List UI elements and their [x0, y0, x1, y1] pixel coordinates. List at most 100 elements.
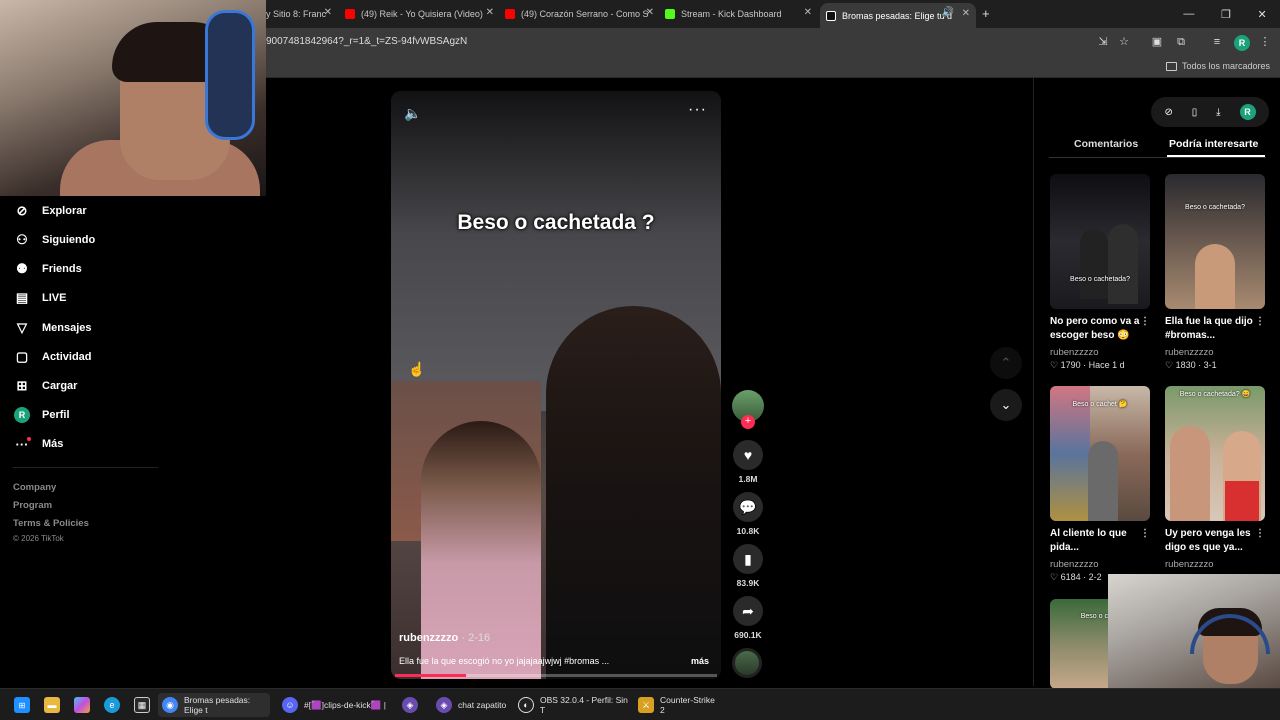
sidebar-item-actividad[interactable]: ▢ Actividad: [14, 349, 92, 365]
bookmark-icon[interactable]: ▮: [733, 544, 763, 574]
profile-avatar[interactable]: R: [1234, 35, 1250, 51]
video-author[interactable]: rubenzzzzo · 2-16: [399, 632, 490, 644]
suggested-video-card[interactable]: Beso o cachetada? 😄 Uy pero venga les di…: [1165, 386, 1265, 570]
sidebar-item-mas[interactable]: ··· Más: [14, 436, 64, 452]
sidebar-item-friends[interactable]: ⚉ Friends: [14, 261, 82, 277]
store-button[interactable]: ▦: [130, 693, 154, 717]
minimize-icon[interactable]: —: [1183, 8, 1194, 20]
previous-video-button[interactable]: ⌃: [990, 347, 1022, 379]
footer-link-terms[interactable]: Terms & Policies: [13, 518, 89, 529]
share-action[interactable]: ➦ 690.1K: [731, 596, 765, 640]
menu-icon[interactable]: ⋮: [1258, 35, 1272, 49]
card-title-text: Al cliente lo que pida...: [1050, 528, 1127, 553]
screenshot-icon[interactable]: ▣: [1150, 35, 1164, 49]
sidebar-item-siguiendo[interactable]: ⚇ Siguiendo: [14, 232, 95, 248]
footer-link-program[interactable]: Program: [13, 500, 52, 511]
taskbar-app-cs2[interactable]: ⚔ Counter-Strike 2: [634, 693, 724, 717]
video-player[interactable]: 🔈 ··· Beso o cachetada ? rubenzzzzo · 2-…: [391, 91, 721, 679]
sidebar-item-label: Mensajes: [42, 322, 92, 334]
close-icon[interactable]: ✕: [646, 7, 654, 18]
comment-icon[interactable]: 💬: [733, 492, 763, 522]
like-action[interactable]: ♥ 1.8M: [731, 440, 765, 484]
card-username[interactable]: rubenzzzzo: [1165, 559, 1265, 570]
share-icon[interactable]: ➦: [733, 596, 763, 626]
taskbar-app-chat[interactable]: ◈ chat zapatito: [432, 693, 512, 717]
kick-icon: [665, 9, 675, 19]
volume-icon[interactable]: 🔈: [404, 105, 421, 122]
footer-link-company[interactable]: Company: [13, 482, 56, 493]
card-likes: 1830: [1175, 360, 1196, 370]
suggested-video-card[interactable]: Beso o cachetada? Ella fue la que dijo #…: [1165, 174, 1265, 371]
follow-plus-icon[interactable]: +: [741, 415, 755, 429]
friends-icon: ⚉: [16, 261, 28, 276]
download-icon[interactable]: ⤓: [1216, 107, 1220, 118]
comment-action[interactable]: 💬 10.8K: [731, 492, 765, 536]
card-username[interactable]: rubenzzzzo: [1165, 347, 1265, 358]
browser-tab[interactable]: Stream - Kick Dashboard ✕: [665, 4, 818, 24]
compass-icon[interactable]: ⊘: [1164, 107, 1172, 118]
more-icon[interactable]: ⋮: [1255, 527, 1265, 541]
suggested-video-card[interactable]: Beso o cachetada? No pero como va a esco…: [1050, 174, 1150, 371]
browser-tab-active[interactable]: Bromas pesadas: Elige tu d 🔊 ✕: [820, 3, 976, 28]
heart-outline-icon: ♡: [1050, 360, 1059, 370]
heart-icon[interactable]: ♥: [733, 440, 763, 470]
extensions-icon[interactable]: ⧉: [1174, 35, 1188, 49]
sidebar-item-mensajes[interactable]: ▽ Mensajes: [14, 320, 92, 336]
taskbar-app-obs[interactable]: ◐ OBS 32.0.4 - Perfil: Sin T: [514, 693, 632, 717]
card-date: Hace 1 d: [1088, 360, 1125, 370]
edge-icon: e: [104, 697, 120, 713]
video-thumbnail[interactable]: Beso o cachetada?: [1165, 174, 1265, 309]
sidebar-item-perfil[interactable]: R Perfil: [14, 407, 70, 423]
copilot-button[interactable]: [70, 693, 94, 717]
all-bookmarks[interactable]: Todos los marcadores: [1165, 61, 1270, 71]
more-icon[interactable]: ⋮: [1255, 315, 1265, 329]
sidebar-item-live[interactable]: ▤ LIVE: [14, 290, 67, 306]
more-options-icon[interactable]: ···: [688, 101, 707, 119]
taskbar-app-chatterino[interactable]: ◈: [398, 693, 422, 717]
next-video-button[interactable]: ⌄: [990, 389, 1022, 421]
counter-strike-icon: ⚔: [638, 697, 654, 713]
youtube-icon: [345, 9, 355, 19]
close-icon[interactable]: ✕: [962, 8, 970, 19]
restore-icon[interactable]: ❐: [1221, 8, 1231, 21]
taskbar-app-chrome[interactable]: ◉ Bromas pesadas: Elige t: [158, 693, 270, 717]
sidebar-item-cargar[interactable]: ⊞ Cargar: [14, 378, 78, 394]
video-more-link[interactable]: más: [691, 656, 709, 666]
card-username[interactable]: rubenzzzzo: [1050, 559, 1150, 570]
suggested-video-card[interactable]: Beso o cachet 🤔 Al cliente lo que pida..…: [1050, 386, 1150, 583]
file-explorer-button[interactable]: ▬: [40, 693, 64, 717]
star-icon[interactable]: ☆: [1117, 35, 1131, 49]
start-button[interactable]: ⊞: [10, 693, 34, 717]
close-icon[interactable]: ✕: [804, 7, 812, 18]
video-thumbnail[interactable]: Beso o cachetada? 😄: [1165, 386, 1265, 521]
card-username[interactable]: rubenzzzzo: [1050, 347, 1150, 358]
taskbar: ⊞ ▬ e ▦ ◉ Bromas pesadas: Elige t ☺ #[🟪]…: [0, 688, 1280, 720]
new-tab-icon[interactable]: +: [982, 6, 990, 21]
taskbar-app-discord[interactable]: ☺ #[🟪]clips-de-kick🟪 |: [278, 693, 390, 717]
close-icon[interactable]: ✕: [486, 7, 494, 18]
sidebar-item-explorar[interactable]: ⊘ Explorar: [14, 203, 87, 219]
save-action[interactable]: ▮ 83.9K: [731, 544, 765, 588]
tab-podria-interesarte[interactable]: Podría interesarte: [1169, 138, 1258, 150]
video-thumbnail[interactable]: Beso o cachetada?: [1050, 174, 1150, 309]
profile-avatar[interactable]: R: [1239, 104, 1256, 120]
video-progress-bar[interactable]: [395, 674, 717, 677]
browser-tab[interactable]: (49) Reik - Yo Quisiera (Video) ✕: [345, 4, 500, 24]
edge-button[interactable]: e: [100, 693, 124, 717]
browser-tab[interactable]: (49) Corazón Serrano - Como S ✕: [505, 4, 660, 24]
more-icon[interactable]: ⋮: [1140, 315, 1150, 329]
device-icon[interactable]: ▯: [1192, 107, 1198, 118]
install-app-icon[interactable]: ⇲: [1096, 35, 1110, 49]
more-icon[interactable]: ⋮: [1140, 527, 1150, 541]
card-date: 2-2: [1088, 572, 1102, 582]
music-disc-icon[interactable]: [732, 648, 762, 678]
close-icon[interactable]: ✕: [324, 7, 332, 18]
browser-tab[interactable]: y Sitio 8: Franc ✕: [266, 4, 338, 24]
url-field[interactable]: 9007481842964?_r=1&_t=ZS-94fvWBSAgzN: [266, 36, 467, 47]
speaker-icon[interactable]: 🔊: [942, 7, 954, 18]
close-window-icon[interactable]: ✕: [1257, 8, 1266, 21]
video-username[interactable]: rubenzzzzo: [399, 632, 458, 644]
tab-comentarios[interactable]: Comentarios: [1074, 138, 1138, 150]
media-icon[interactable]: ≡: [1210, 35, 1224, 49]
video-thumbnail[interactable]: Beso o cachet 🤔: [1050, 386, 1150, 521]
